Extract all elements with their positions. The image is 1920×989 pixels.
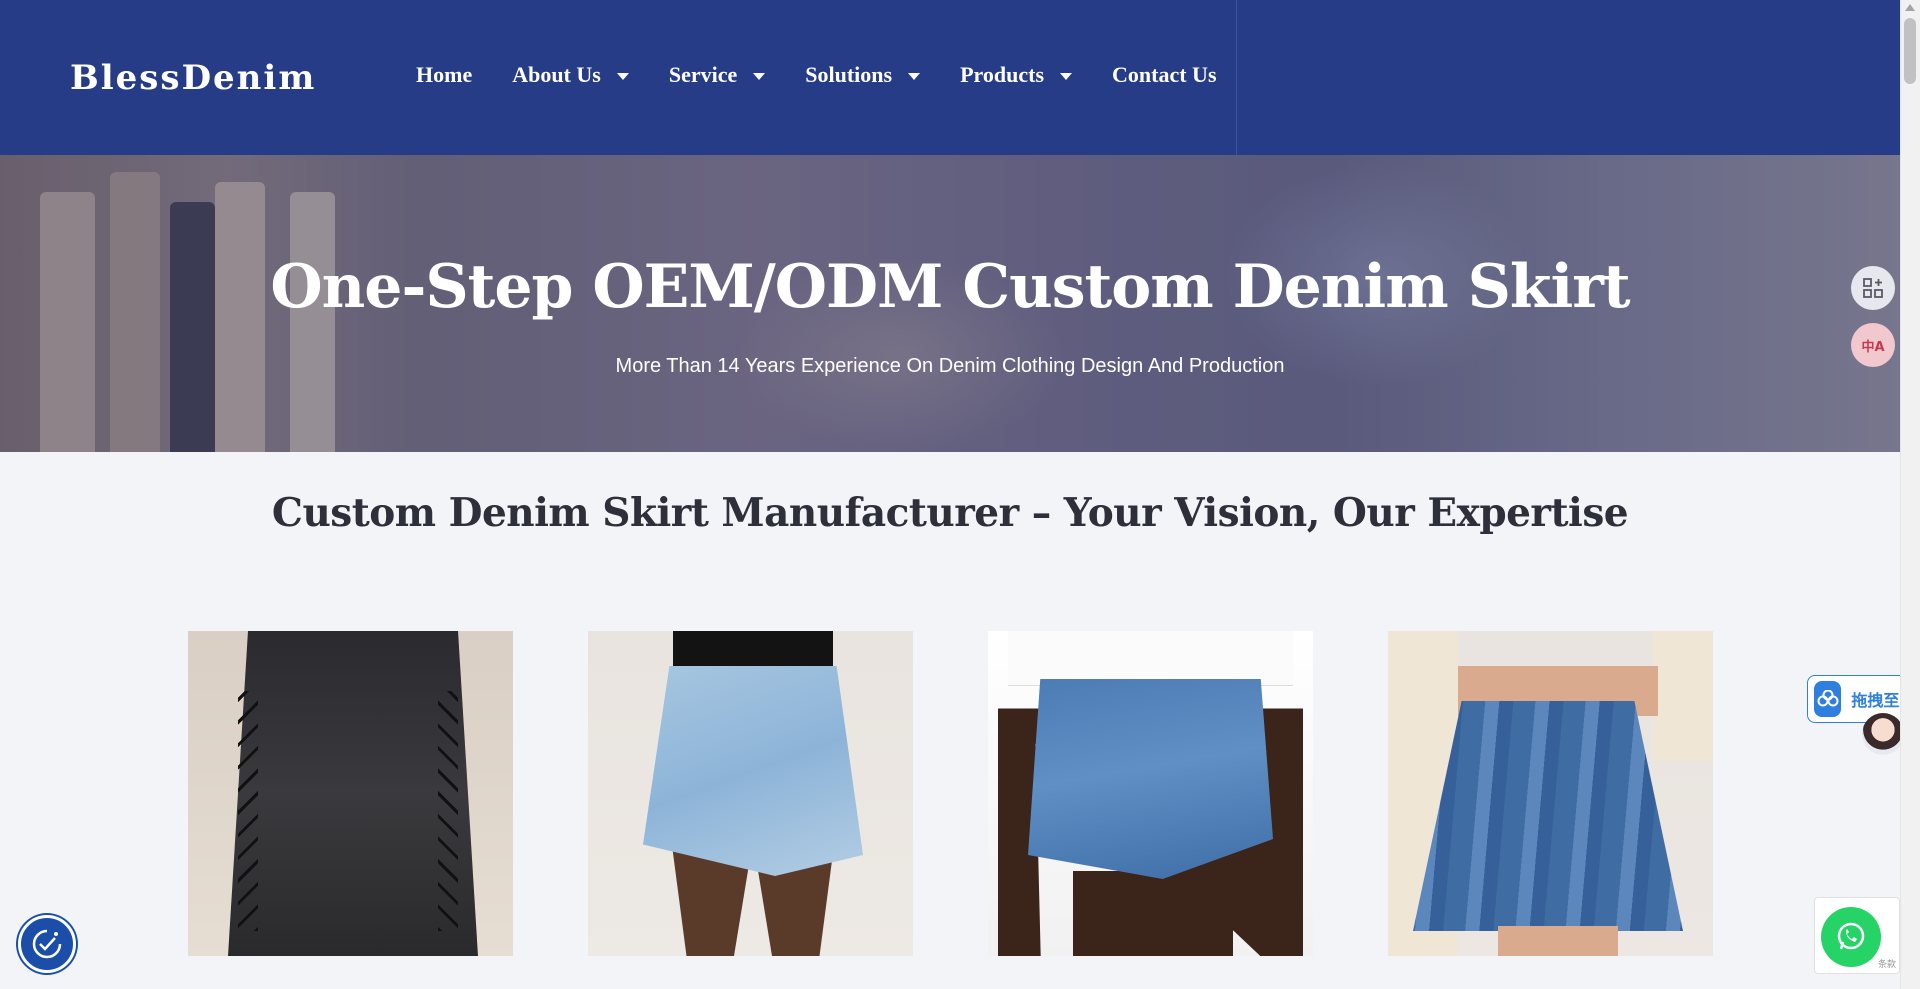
product-grid bbox=[188, 631, 1713, 956]
main-nav: Home About Us Service Solutions Products… bbox=[416, 62, 1257, 88]
cloud-link-icon-svg bbox=[1817, 690, 1839, 707]
model-sleeve bbox=[1653, 631, 1713, 761]
nav-home-label: Home bbox=[416, 62, 473, 87]
site-logo[interactable]: BlessDenim bbox=[70, 58, 316, 98]
lace-detail bbox=[238, 691, 258, 931]
scroll-up-arrow-icon[interactable] bbox=[1905, 4, 1915, 11]
nav-solutions[interactable]: Solutions bbox=[805, 62, 921, 88]
accessibility-icon bbox=[32, 929, 62, 959]
assistant-avatar[interactable] bbox=[1862, 713, 1904, 755]
hero-banner: One-Step OEM/ODM Custom Denim Skirt More… bbox=[0, 155, 1900, 452]
whatsapp-icon bbox=[1837, 922, 1865, 950]
whatsapp-button[interactable] bbox=[1821, 907, 1881, 967]
skirt-shape bbox=[643, 666, 863, 876]
nav-products[interactable]: Products bbox=[960, 62, 1073, 88]
product-image-asymmetric-skirt[interactable] bbox=[988, 631, 1313, 956]
section-title: Custom Denim Skirt Manufacturer – Your V… bbox=[271, 490, 1629, 536]
caret-down-icon bbox=[908, 72, 921, 80]
header-divider bbox=[1236, 0, 1237, 155]
nav-service-label: Service bbox=[668, 62, 738, 87]
drag-tab-label: 拖拽至此 bbox=[1851, 691, 1900, 710]
page-scrollbar[interactable] bbox=[1900, 0, 1920, 989]
nav-solutions-label: Solutions bbox=[805, 62, 893, 87]
cloud-link-icon bbox=[1814, 681, 1842, 717]
whatsapp-terms-note: 条款 bbox=[1878, 960, 1897, 970]
nav-about-us-label: About Us bbox=[512, 62, 601, 87]
caret-down-icon bbox=[753, 72, 766, 80]
nav-contact-us-label: Contact Us bbox=[1112, 62, 1217, 87]
product-image-black-lace-up-skirt[interactable] bbox=[188, 631, 513, 956]
skirt-shape bbox=[1028, 679, 1273, 879]
nav-about-us[interactable]: About Us bbox=[512, 62, 629, 88]
product-image-light-wrap-skirt[interactable] bbox=[588, 631, 913, 956]
product-image-pleated-skirt[interactable] bbox=[1388, 631, 1713, 956]
nav-home[interactable]: Home bbox=[416, 62, 472, 88]
nav-contact-us[interactable]: Contact Us bbox=[1112, 62, 1217, 88]
hero-title: One-Step OEM/ODM Custom Denim Skirt bbox=[270, 252, 1630, 322]
model-top bbox=[1008, 631, 1293, 686]
model-legs bbox=[1498, 926, 1618, 956]
grid-plus-icon[interactable] bbox=[1851, 266, 1895, 310]
nav-products-label: Products bbox=[960, 62, 1045, 87]
model-top bbox=[673, 631, 833, 671]
scrollbar-thumb[interactable] bbox=[1904, 18, 1916, 84]
nav-service[interactable]: Service bbox=[668, 62, 766, 88]
caret-down-icon bbox=[616, 72, 629, 80]
caret-down-icon bbox=[1060, 72, 1073, 80]
accessibility-button[interactable] bbox=[18, 915, 76, 973]
site-header: BlessDenim Home About Us Service Solutio… bbox=[0, 0, 1900, 155]
lace-detail bbox=[438, 691, 458, 931]
hero-subtitle: More Than 14 Years Experience On Denim C… bbox=[615, 355, 1285, 377]
translate-icon: 中A bbox=[1861, 339, 1885, 355]
model-legs bbox=[1073, 871, 1233, 956]
translate-button[interactable]: 中A bbox=[1851, 323, 1895, 367]
grid-plus-icon-svg bbox=[1863, 278, 1883, 298]
